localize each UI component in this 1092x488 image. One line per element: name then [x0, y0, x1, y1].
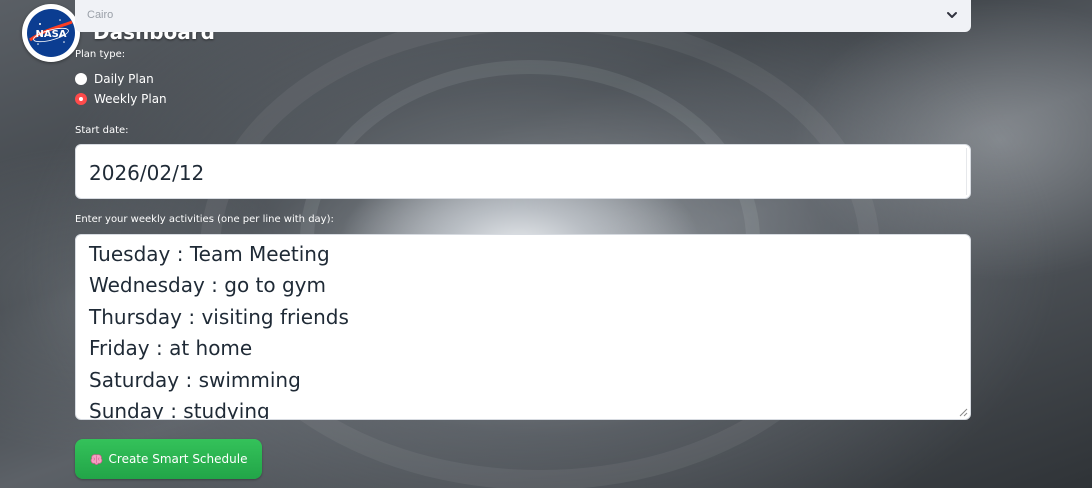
radio-label: Daily Plan [94, 72, 154, 86]
activity-line: Wednesday : go to gym [89, 273, 326, 298]
chevron-down-icon[interactable] [945, 8, 959, 22]
create-smart-schedule-button[interactable]: Create Smart Schedule [75, 439, 262, 479]
radio-button[interactable] [75, 73, 87, 85]
start-date-value: 2026/02/12 [89, 161, 205, 185]
activities-textarea[interactable]: Tuesday : Team Meeting Wednesday : go to… [75, 234, 971, 420]
plan-type-label: Plan type: [75, 49, 126, 60]
nasa-logo: NASA [22, 4, 80, 62]
radio-button-selected[interactable] [75, 93, 87, 105]
activity-line: Friday : at home [89, 336, 253, 361]
radio-daily-plan[interactable]: Daily Plan [75, 72, 154, 86]
activity-line: Thursday : visiting friends [89, 304, 349, 329]
activity-line: Sunday : studying [89, 399, 270, 420]
create-smart-schedule-label: Create Smart Schedule [108, 452, 248, 466]
activity-line: Tuesday : Team Meeting [89, 242, 330, 266]
location-select[interactable]: Cairo [75, 0, 971, 32]
resize-handle-icon[interactable] [958, 407, 968, 417]
start-date-input[interactable]: 2026/02/12 [75, 144, 971, 199]
location-select-value: Cairo [87, 9, 114, 21]
activities-lines: Tuesday : Team Meeting Wednesday : go to… [89, 239, 349, 420]
activity-line: Saturday : swimming [89, 367, 301, 392]
radio-weekly-plan[interactable]: Weekly Plan [75, 92, 167, 106]
activities-label: Enter your weekly activities (one per li… [75, 214, 334, 225]
input-divider [963, 148, 967, 195]
radio-label: Weekly Plan [94, 92, 167, 106]
svg-text:NASA: NASA [35, 29, 66, 40]
start-date-label: Start date: [75, 125, 129, 136]
brain-icon [90, 453, 102, 465]
